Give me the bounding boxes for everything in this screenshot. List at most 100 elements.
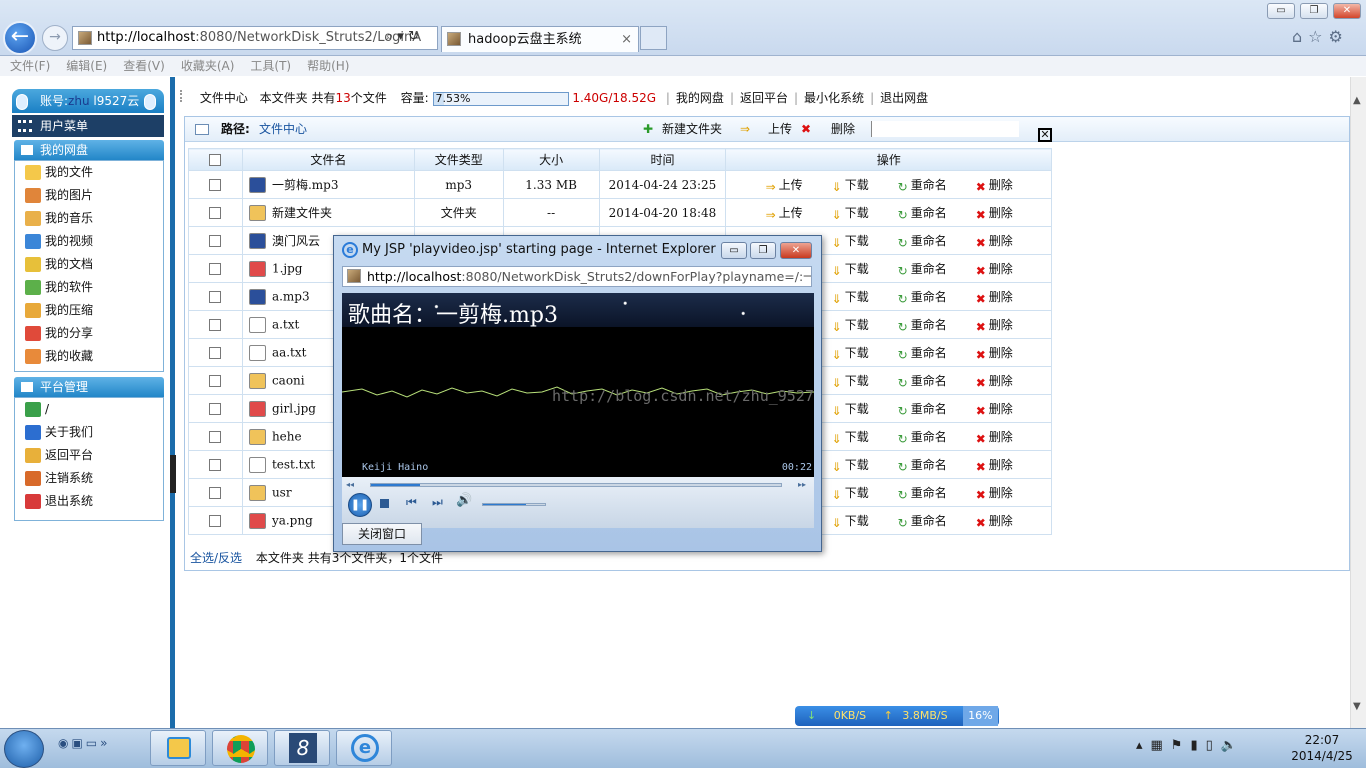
previous-button[interactable]: ⏮ [406, 495, 417, 510]
search-icon[interactable]: ⌕ ▾ ↻ [386, 29, 419, 44]
start-button[interactable] [4, 730, 44, 768]
menu-item[interactable]: 帮助(H) [307, 59, 349, 73]
rename-action[interactable]: ↻ 重命名 [897, 260, 947, 278]
row-select-cell[interactable] [188, 394, 243, 423]
sidebar-item[interactable]: 我的收藏 [15, 345, 163, 368]
back-button[interactable]: ← [3, 21, 37, 55]
tray-icons[interactable]: ▴▦⚑▮▯🔈 [1136, 738, 1245, 753]
checkbox[interactable] [209, 403, 222, 415]
row-select-cell[interactable] [188, 478, 243, 507]
sidebar-item[interactable]: 我的图片 [15, 184, 163, 207]
delete-action[interactable]: ✖ 删除 [975, 344, 1013, 362]
checkbox[interactable] [209, 263, 222, 275]
row-select-cell[interactable] [188, 226, 243, 255]
rename-action[interactable]: ↻ 重命名 [897, 484, 947, 502]
rename-action[interactable]: ↻ 重命名 [897, 204, 947, 222]
pause-button[interactable]: ❚❚ [348, 493, 372, 517]
search-box[interactable] [871, 121, 1019, 137]
sidebar-item[interactable]: 我的分享 [15, 322, 163, 345]
rename-action[interactable]: ↻ 重命名 [897, 288, 947, 306]
menu-item[interactable]: 收藏夹(A) [181, 59, 235, 73]
file-name[interactable]: 一剪梅.mp3 [272, 178, 339, 192]
new-tab-button[interactable] [640, 26, 667, 50]
download-action[interactable]: ⇓ 下载 [831, 204, 869, 222]
delete-action[interactable]: ✖ 删除 [975, 372, 1013, 390]
checkbox[interactable] [209, 487, 222, 499]
checkbox[interactable] [209, 207, 222, 219]
download-action[interactable]: ⇓ 下载 [831, 484, 869, 502]
nav-link[interactable]: 返回平台 [740, 88, 788, 108]
volume-slider[interactable] [482, 503, 546, 506]
menu-item[interactable]: 文件(F) [10, 59, 50, 73]
sidebar-item[interactable]: 我的文件 [15, 161, 163, 184]
taskbar-app-8[interactable]: 8 [274, 730, 330, 766]
sidebar-item[interactable]: 我的压缩 [15, 299, 163, 322]
row-select-cell[interactable] [188, 450, 243, 479]
taskbar-chrome-app[interactable] [212, 730, 268, 766]
home-star-gear-icons[interactable]: ⌂☆⚙ [1292, 27, 1349, 46]
popup-minimize-button[interactable]: ▭ [721, 242, 747, 259]
new-folder-button[interactable]: 新建文件夹 [662, 117, 722, 142]
download-action[interactable]: ⇓ 下载 [831, 456, 869, 474]
download-action[interactable]: ⇓ 下载 [831, 372, 869, 390]
restore-button[interactable]: ❐ [1300, 3, 1328, 19]
download-action[interactable]: ⇓ 下载 [831, 428, 869, 446]
download-action[interactable]: ⇓ 下载 [831, 260, 869, 278]
delete-action[interactable]: ✖ 删除 [975, 176, 1013, 194]
rename-action[interactable]: ↻ 重命名 [897, 316, 947, 334]
rewind-icon[interactable]: ◂◂ [346, 480, 354, 489]
sidebar-item[interactable]: 我的视频 [15, 230, 163, 253]
close-icon[interactable]: ✕ [1038, 128, 1052, 142]
address-bar[interactable]: http://localhost:8080/NetworkDisk_Struts… [72, 26, 438, 50]
file-name[interactable]: a.txt [272, 317, 299, 331]
taskbar-ie-app[interactable]: e [336, 730, 392, 766]
fast-forward-icon[interactable]: ▸▸ [798, 480, 806, 489]
file-name[interactable]: caoni [272, 373, 305, 387]
sidebar-item[interactable]: 注销系统 [15, 467, 163, 490]
checkbox[interactable] [209, 347, 222, 359]
row-select-cell[interactable] [188, 198, 243, 227]
checkbox[interactable] [209, 515, 222, 527]
download-action[interactable]: ⇓ 下载 [831, 512, 869, 530]
next-button[interactable]: ⏭ [432, 495, 443, 510]
sidebar-item[interactable]: 我的软件 [15, 276, 163, 299]
file-name[interactable]: aa.txt [272, 345, 307, 359]
download-action[interactable]: ⇓ 下载 [831, 288, 869, 306]
row-select-cell[interactable] [188, 170, 243, 199]
download-action[interactable]: ⇓ 下载 [831, 400, 869, 418]
checkbox[interactable] [209, 179, 222, 191]
minimize-button[interactable]: ▭ [1267, 3, 1295, 19]
sidebar-item[interactable]: 我的文档 [15, 253, 163, 276]
section-platform-header[interactable]: 平台管理 [14, 377, 164, 397]
file-name-cell[interactable]: 新建文件夹 [241, 198, 415, 227]
file-name[interactable]: hehe [272, 429, 302, 443]
popup-address-bar[interactable]: http://localhost:8080/NetworkDisk_Struts… [342, 266, 812, 287]
forward-button[interactable]: → [42, 25, 68, 51]
file-name[interactable]: girl.jpg [272, 401, 316, 415]
menu-item[interactable]: 查看(V) [123, 59, 165, 73]
file-name[interactable]: 澳门风云 [272, 234, 320, 248]
menu-item[interactable]: 工具(T) [250, 59, 291, 73]
clock[interactable]: 22:07 2014/4/25 [1282, 732, 1362, 764]
download-action[interactable]: ⇓ 下载 [831, 316, 869, 334]
nav-link[interactable]: 退出网盘 [880, 88, 928, 108]
rename-action[interactable]: ↻ 重命名 [897, 428, 947, 446]
rename-action[interactable]: ↻ 重命名 [897, 512, 947, 530]
delete-action[interactable]: ✖ 删除 [975, 400, 1013, 418]
section-my-disk-header[interactable]: 我的网盘 [14, 140, 164, 160]
delete-action[interactable]: ✖ 删除 [975, 260, 1013, 278]
sidebar-item[interactable]: 我的音乐 [15, 207, 163, 230]
tab-close-icon[interactable]: × [621, 27, 632, 53]
popup-close-button[interactable]: ✕ [780, 242, 812, 259]
sidebar-item[interactable]: 返回平台 [15, 444, 163, 467]
file-name[interactable]: usr [272, 485, 292, 499]
file-name[interactable]: test.txt [272, 457, 315, 471]
delete-action[interactable]: ✖ 删除 [975, 428, 1013, 446]
row-select-cell[interactable] [188, 338, 243, 367]
checkbox[interactable] [209, 319, 222, 331]
sidebar-item[interactable]: 关于我们 [15, 421, 163, 444]
rename-action[interactable]: ↻ 重命名 [897, 372, 947, 390]
close-window-button[interactable]: ✕ [1333, 3, 1361, 19]
download-action[interactable]: ⇓ 下载 [831, 176, 869, 194]
file-name[interactable]: 1.jpg [272, 261, 303, 275]
